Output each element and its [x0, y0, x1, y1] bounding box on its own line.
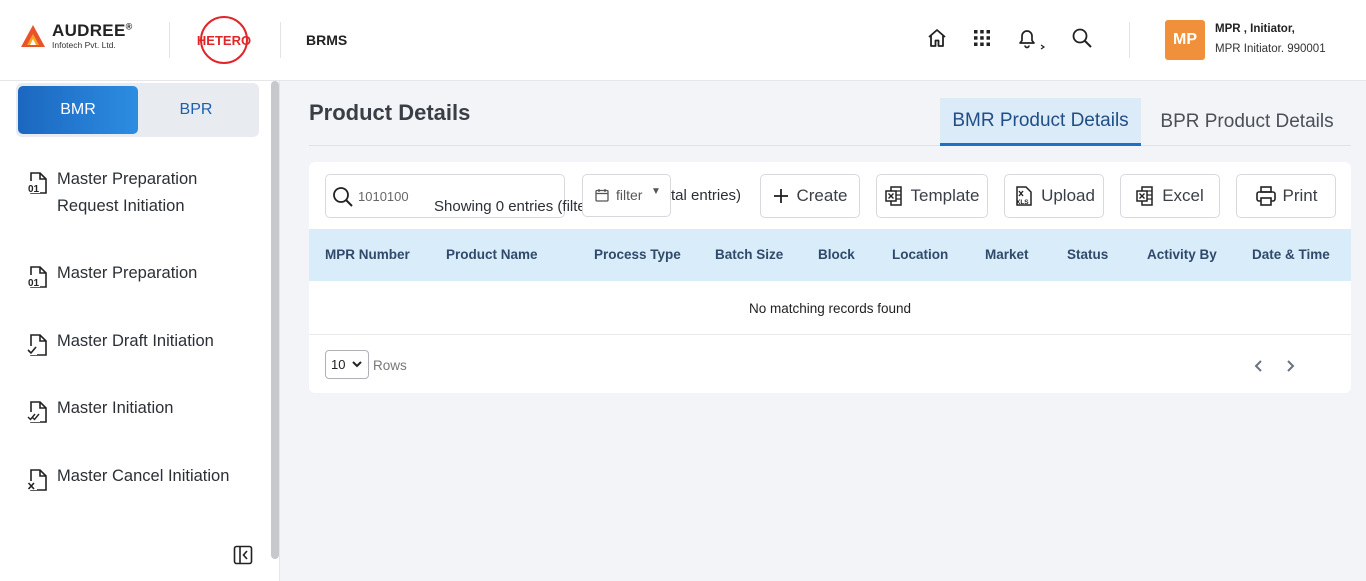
product-table-card: 1010100 Showing 0 entries (filtere filte… [309, 162, 1351, 393]
column-header[interactable]: Process Type [594, 247, 681, 262]
column-header[interactable]: Batch Size [715, 247, 783, 262]
svg-text:01: 01 [28, 278, 40, 289]
sidebar-item-label: Master Draft Initiation [57, 332, 214, 350]
sidebar-item-master-preparation[interactable]: 01 Master Preparation [26, 260, 197, 289]
create-label: Create [796, 186, 848, 205]
file-cancel-icon [27, 469, 47, 491]
search-icon [333, 187, 353, 207]
tab-bmr-product-details[interactable]: BMR Product Details [940, 98, 1141, 146]
header-divider [280, 22, 281, 58]
chevron-down-icon [352, 361, 362, 368]
xls-upload-icon: XLS [1016, 186, 1032, 206]
sidebar-item-label: Master Preparation [57, 170, 198, 188]
print-label: Print [1282, 186, 1318, 205]
excel-file-icon [1136, 186, 1153, 206]
toggle-bmr[interactable]: BMR [18, 86, 138, 134]
upload-button[interactable]: XLS Upload [1004, 174, 1104, 218]
sidebar-item-master-initiation[interactable]: Master Initiation [26, 395, 173, 424]
empty-table-message: No matching records found [748, 301, 912, 316]
collapse-sidebar-icon[interactable] [233, 545, 253, 565]
binary-file-icon: 01 [27, 172, 47, 195]
next-page-icon[interactable] [1282, 358, 1298, 374]
app-title: BRMS [306, 32, 348, 48]
column-header[interactable]: Date & Time [1252, 247, 1330, 262]
entries-info: Showing 0 entries (filtere [434, 198, 600, 215]
column-header[interactable]: Market [985, 247, 1029, 262]
bmr-bpr-toggle: BMR BPR [16, 83, 259, 137]
upload-label: Upload [1041, 186, 1095, 205]
excel-button[interactable]: Excel [1120, 174, 1220, 218]
entries-info-tail: tal entries) [671, 187, 742, 204]
sidebar-item-master-cancel-initiation[interactable]: Master Cancel Initiation [26, 463, 229, 492]
search-box[interactable]: 1010100 Showing 0 entries (filtere [325, 174, 599, 218]
svg-text:01: 01 [28, 184, 40, 195]
previous-page-icon[interactable] [1251, 358, 1267, 374]
avatar[interactable]: MP [1165, 20, 1205, 60]
column-header[interactable]: MPR Number [325, 247, 410, 262]
home-icon[interactable] [925, 26, 949, 50]
rows-label: Rows [373, 358, 407, 373]
hetero-logo-text: HETERO [197, 33, 251, 48]
sidebar-item-master-preparation-request-initiation[interactable]: 01 Master Preparation Request Initiation [26, 166, 197, 220]
sidebar-scrollbar[interactable] [271, 81, 279, 559]
plus-icon [774, 189, 789, 203]
rows-per-page-value: 10 [331, 357, 346, 372]
excel-file-icon [884, 186, 902, 206]
rows-per-page-select[interactable]: 10 [325, 350, 369, 379]
excel-label: Excel [1162, 186, 1204, 205]
file-check-icon [27, 334, 47, 356]
tab-bpr-product-details[interactable]: BPR Product Details [1152, 98, 1342, 146]
create-button[interactable]: Create [760, 174, 860, 218]
template-button[interactable]: Template [876, 174, 988, 218]
calendar-icon [595, 189, 609, 202]
sidebar-item-label: Master Initiation [57, 399, 174, 417]
page-title: Product Details [309, 100, 471, 125]
caret-down-icon: ▼ [651, 186, 661, 197]
column-header[interactable]: Location [892, 247, 948, 262]
sidebar-item-label: Request Initiation [57, 197, 185, 215]
search-icon[interactable] [1070, 26, 1094, 50]
filter-dropdown[interactable]: filter ▼ [582, 174, 671, 217]
table-header: MPR Number Product Name Process Type Bat… [309, 229, 1351, 281]
sidebar: BMR BPR 01 Master Preparation Request In… [0, 81, 280, 581]
template-label: Template [910, 186, 980, 205]
column-header[interactable]: Status [1067, 247, 1108, 262]
column-header[interactable]: Product Name [446, 247, 538, 262]
binary-file-icon: 01 [27, 266, 47, 289]
audree-mark-icon [21, 24, 45, 47]
column-header[interactable]: Activity By [1147, 247, 1217, 262]
column-header[interactable]: Block [818, 247, 855, 262]
audree-logo[interactable]: AUDREE® Infotech Pvt. Ltd. [20, 22, 133, 50]
toggle-bpr[interactable]: BPR [136, 86, 256, 134]
hetero-logo: HETERO [197, 16, 251, 64]
user-name: MPR , Initiator, [1215, 23, 1295, 35]
brand-subtitle: Infotech Pvt. Ltd. [52, 40, 116, 50]
header-divider [1129, 22, 1130, 58]
sidebar-item-master-draft-initiation[interactable]: Master Draft Initiation [26, 328, 214, 357]
user-role: MPR Initiator. 990001 [1215, 43, 1326, 55]
svg-text:XLS: XLS [1016, 199, 1029, 206]
table-divider [309, 334, 1351, 335]
file-double-check-icon [27, 401, 47, 423]
top-header: AUDREE® Infotech Pvt. Ltd. HETERO BRMS M… [0, 0, 1366, 81]
apps-grid-icon[interactable] [970, 26, 994, 50]
sidebar-item-label: Master Cancel Initiation [57, 467, 230, 485]
sidebar-item-label: Master Preparation [57, 264, 198, 282]
brand-name: AUDREE [52, 21, 126, 40]
bell-icon[interactable] [1015, 26, 1051, 50]
header-divider [169, 22, 170, 58]
search-input[interactable]: 1010100 [358, 189, 410, 204]
print-button[interactable]: Print [1236, 174, 1336, 218]
printer-icon [1255, 186, 1276, 206]
filter-label: filter [616, 187, 643, 203]
registered-mark: ® [125, 21, 133, 32]
